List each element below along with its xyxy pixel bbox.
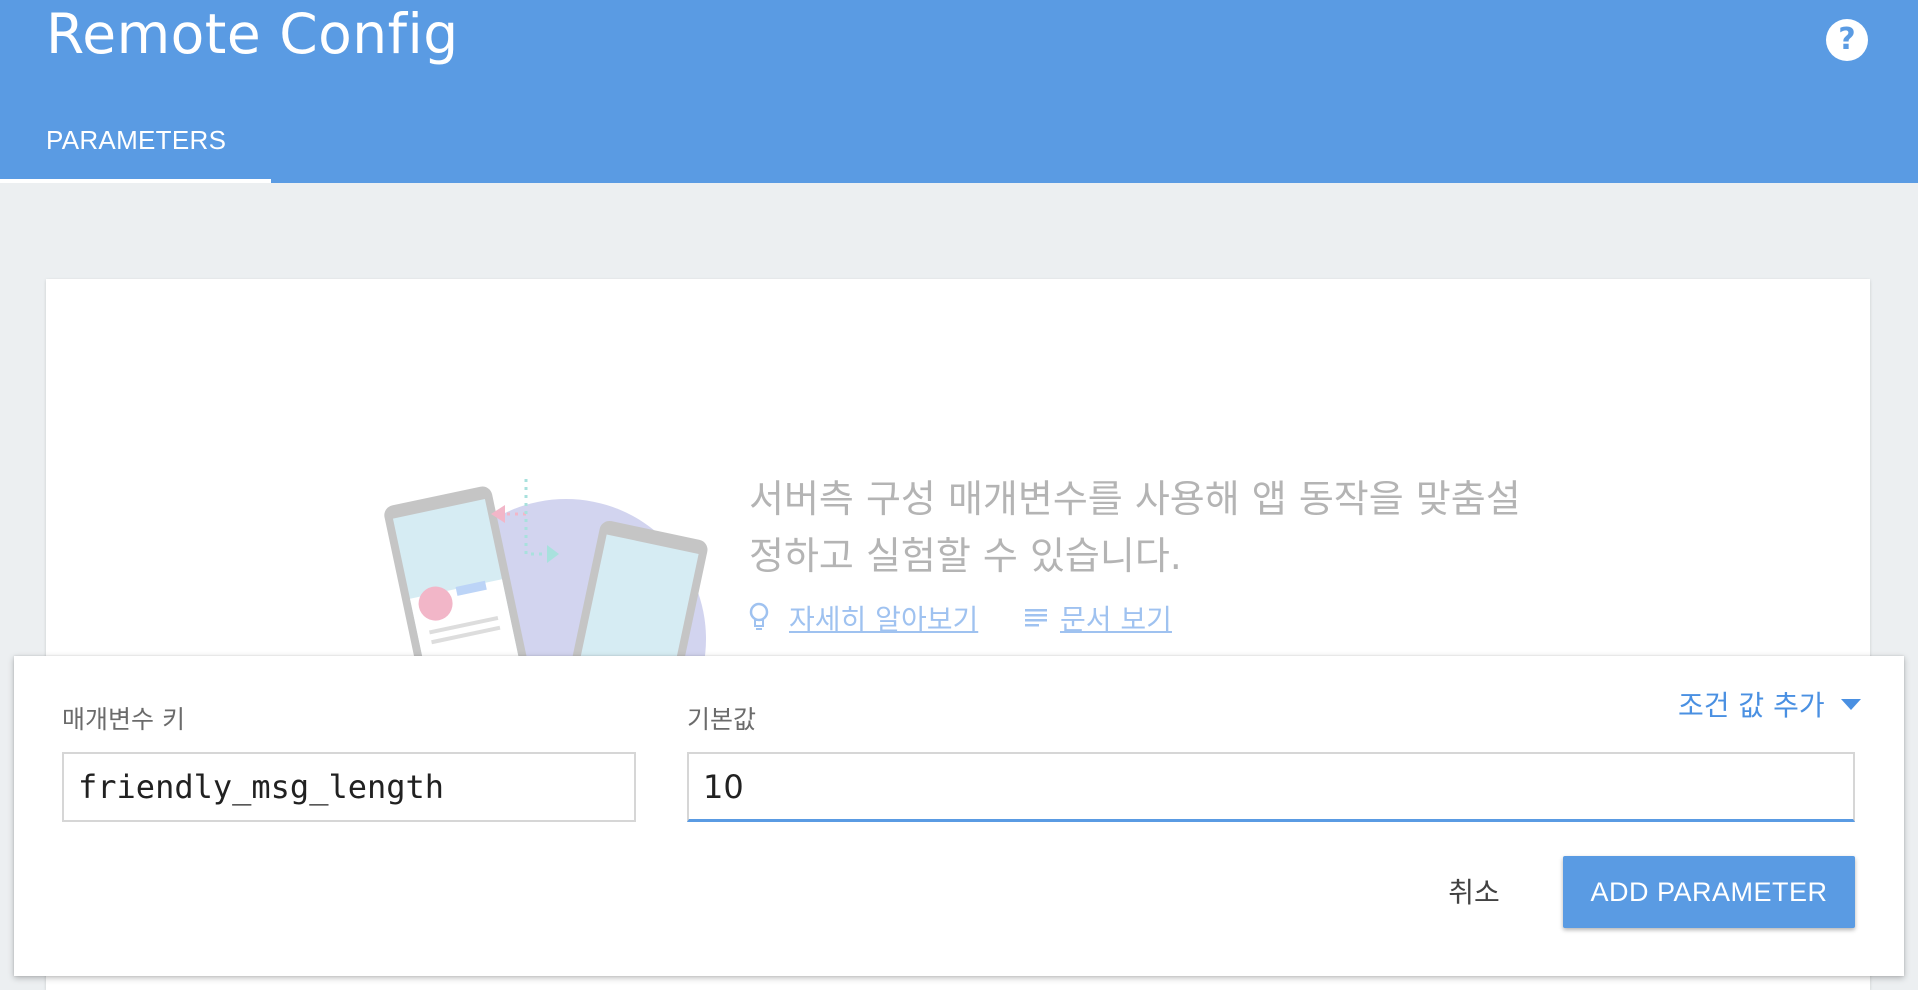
cancel-button[interactable]: 취소 <box>1419 856 1529 926</box>
app-title: Remote Config <box>46 2 459 66</box>
learn-more-link[interactable]: 자세히 알아보기 <box>789 598 978 638</box>
tab-parameters[interactable]: PARAMETERS <box>0 110 271 183</box>
empty-state-line-1: 서버측 구성 매개변수를 사용해 앱 동작을 맞춤설 <box>749 477 1521 521</box>
caret-down-icon <box>1841 698 1862 710</box>
document-lines-icon <box>1025 609 1047 627</box>
help-icon[interactable]: ? <box>1826 19 1868 61</box>
empty-state-line-2: 정하고 실험할 수 있습니다. <box>749 534 1182 578</box>
empty-state-description: 서버측 구성 매개변수를 사용해 앱 동작을 맞춤설 정하고 실험할 수 있습니… <box>749 471 1549 585</box>
tab-parameters-label: PARAMETERS <box>46 125 227 155</box>
parameter-key-input[interactable] <box>62 752 636 822</box>
add-parameter-panel: 매개변수 키 기본값 조건 값 추가 취소 ADD PARAMETER <box>14 656 1904 976</box>
add-parameter-button[interactable]: ADD PARAMETER <box>1563 856 1855 928</box>
lightbulb-icon <box>749 602 769 630</box>
default-value-input[interactable] <box>687 752 1855 822</box>
active-tab-indicator <box>0 179 271 183</box>
app-header: Remote Config ? PARAMETERS <box>0 0 1918 183</box>
parameter-key-label: 매개변수 키 <box>62 705 185 734</box>
default-value-label: 기본값 <box>687 705 757 734</box>
add-condition-dropdown[interactable]: 조건 값 추가 <box>1678 684 1862 724</box>
add-condition-label: 조건 값 추가 <box>1678 689 1825 722</box>
empty-state-illustration <box>384 479 708 659</box>
view-docs-link[interactable]: 문서 보기 <box>1060 598 1172 638</box>
